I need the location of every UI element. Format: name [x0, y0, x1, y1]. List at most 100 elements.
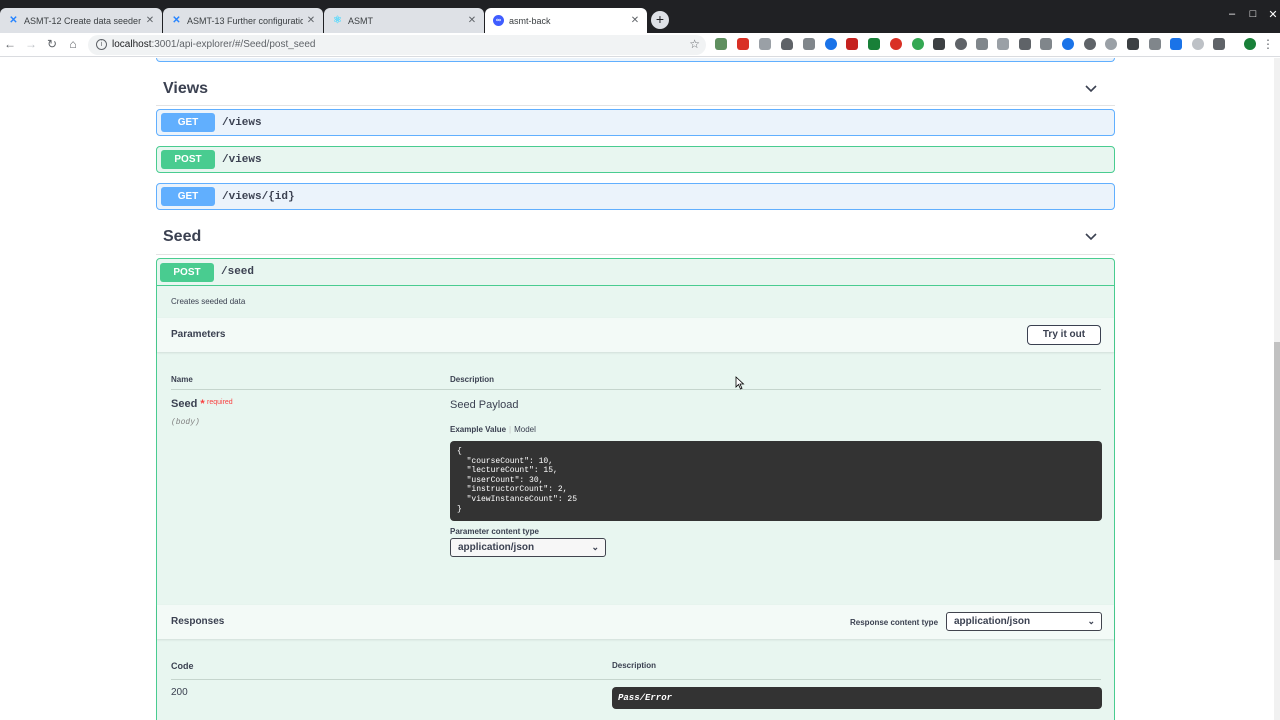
extension-icon[interactable]	[997, 38, 1009, 50]
extension-icon[interactable]	[1062, 38, 1074, 50]
table-header-divider	[171, 389, 1101, 390]
extension-icon[interactable]	[715, 38, 727, 50]
extension-icon[interactable]	[955, 38, 967, 50]
extension-icon[interactable]	[1192, 38, 1204, 50]
response-schema: Pass/Error	[612, 687, 1102, 709]
operation-header[interactable]: POST /seed	[157, 259, 1114, 286]
url-text[interactable]: localhost:3001/api-explorer/#/Seed/post_…	[112, 39, 315, 50]
section-title-seed[interactable]: Seed	[163, 228, 201, 246]
close-window-button[interactable]: ✕	[1263, 8, 1280, 21]
extension-icon[interactable]	[1040, 38, 1052, 50]
method-badge: GET	[161, 187, 215, 206]
example-value-code[interactable]: { "courseCount": 10, "lectureCount": 15,…	[450, 441, 1102, 521]
required-star: *	[200, 398, 205, 410]
react-icon: ⚛	[333, 15, 342, 26]
response-content-type-label: Response content type	[850, 618, 939, 627]
scrollbar-thumb[interactable]	[1274, 342, 1280, 560]
extension-icon[interactable]	[1084, 38, 1096, 50]
swagger-page: Views GET /views POST /views GET /views/…	[0, 58, 1280, 720]
section-divider	[156, 105, 1115, 106]
parameters-header: Parameters Try it out	[157, 318, 1114, 352]
browser-tab-1[interactable]: ✕ ASMT-12 Create data seeder - ✕	[0, 8, 162, 33]
tab-title: ASMT-13 Further configuratio	[187, 15, 303, 26]
close-tab-icon[interactable]: ✕	[142, 15, 158, 26]
extension-icon[interactable]	[825, 38, 837, 50]
close-tab-icon[interactable]: ✕	[627, 15, 643, 26]
close-tab-icon[interactable]: ✕	[464, 15, 480, 26]
tab-model[interactable]: Model	[514, 425, 536, 434]
chevron-down-icon[interactable]	[1084, 230, 1098, 244]
extension-icon[interactable]	[868, 38, 880, 50]
browser-tab-4[interactable]: ∞ asmt-back ✕	[485, 8, 647, 33]
maximize-button[interactable]: □	[1243, 8, 1263, 20]
parameter-content-type-label: Parameter content type	[450, 527, 539, 536]
confluence-icon: ✕	[9, 15, 18, 26]
extension-icon[interactable]	[781, 38, 793, 50]
tab-example-value[interactable]: Example Value	[450, 425, 506, 434]
browser-tab-3[interactable]: ⚛ ASMT ✕	[324, 8, 484, 33]
extension-icon[interactable]	[803, 38, 815, 50]
home-icon[interactable]: ⌂	[65, 36, 81, 52]
extension-icon[interactable]	[890, 38, 902, 50]
mouse-cursor-icon	[735, 376, 745, 390]
extension-icon[interactable]	[1149, 38, 1161, 50]
extension-icon[interactable]	[933, 38, 945, 50]
tab-title: asmt-back	[509, 15, 551, 26]
extension-icon[interactable]	[1019, 38, 1031, 50]
previous-operation-edge	[156, 58, 1115, 62]
column-header-name: Name	[171, 375, 193, 384]
tab-separator: |	[509, 425, 512, 434]
try-it-out-button[interactable]: Try it out	[1027, 325, 1101, 345]
extension-icon[interactable]	[1127, 38, 1139, 50]
operation-post-views[interactable]: POST /views	[156, 146, 1115, 173]
required-label: required	[207, 399, 233, 406]
operation-get-views[interactable]: GET /views	[156, 109, 1115, 136]
selected-value: application/json	[954, 616, 1031, 627]
response-content-type-select[interactable]: application/json ⌄	[946, 612, 1102, 631]
new-tab-button[interactable]: +	[651, 11, 669, 29]
parameter-name-text: Seed	[171, 398, 198, 410]
extension-icon[interactable]	[1213, 38, 1225, 50]
operation-path: /views	[222, 153, 262, 166]
loopback-icon: ∞	[493, 15, 504, 26]
column-header-response-description: Description	[612, 661, 657, 670]
minimize-button[interactable]: –	[1222, 8, 1242, 20]
close-tab-icon[interactable]: ✕	[303, 15, 319, 26]
bookmark-star-icon[interactable]: ☆	[689, 37, 700, 51]
extension-icon[interactable]	[1170, 38, 1182, 50]
chevron-down-icon: ⌄	[1087, 616, 1095, 626]
confluence-icon: ✕	[172, 15, 181, 26]
operation-post-seed: POST /seed Creates seeded data Parameter…	[156, 258, 1115, 720]
parameter-location: (body)	[171, 418, 200, 427]
menu-kebab-icon[interactable]: ⋮	[1260, 36, 1276, 52]
parameter-content-type-select[interactable]: application/json ⌄	[450, 538, 606, 557]
operation-description: Creates seeded data	[171, 297, 246, 306]
response-code: 200	[171, 687, 188, 698]
operation-path: /views/{id}	[222, 190, 295, 203]
profile-avatar[interactable]	[1244, 38, 1256, 50]
back-icon[interactable]: ←	[2, 36, 18, 52]
reload-icon[interactable]: ↻	[44, 36, 60, 52]
extension-icon[interactable]	[846, 38, 858, 50]
info-icon[interactable]: i	[96, 39, 107, 50]
chevron-down-icon[interactable]	[1084, 82, 1098, 96]
extension-icon[interactable]	[759, 38, 771, 50]
extension-icon[interactable]	[912, 38, 924, 50]
tab-title: ASMT-12 Create data seeder -	[24, 15, 142, 26]
extension-icon[interactable]	[1105, 38, 1117, 50]
operation-get-view-by-id[interactable]: GET /views/{id}	[156, 183, 1115, 210]
column-header-description: Description	[450, 375, 495, 384]
table-header-divider	[171, 679, 1101, 680]
browser-tab-2[interactable]: ✕ ASMT-13 Further configuratio ✕	[163, 8, 323, 33]
browser-toolbar: ← → ↻ ⌂ i localhost:3001/api-explorer/#/…	[0, 33, 1280, 57]
section-title-views[interactable]: Views	[163, 80, 208, 98]
parameter-name: Seed *	[171, 398, 205, 410]
operation-path: /seed	[221, 266, 255, 278]
forward-icon[interactable]: →	[23, 36, 39, 52]
column-header-code: Code	[171, 661, 194, 671]
responses-title: Responses	[171, 616, 225, 627]
extension-icon[interactable]	[976, 38, 988, 50]
address-bar[interactable]: i localhost:3001/api-explorer/#/Seed/pos…	[88, 35, 706, 55]
extension-icon[interactable]	[737, 38, 749, 50]
tab-title: ASMT	[348, 15, 374, 26]
